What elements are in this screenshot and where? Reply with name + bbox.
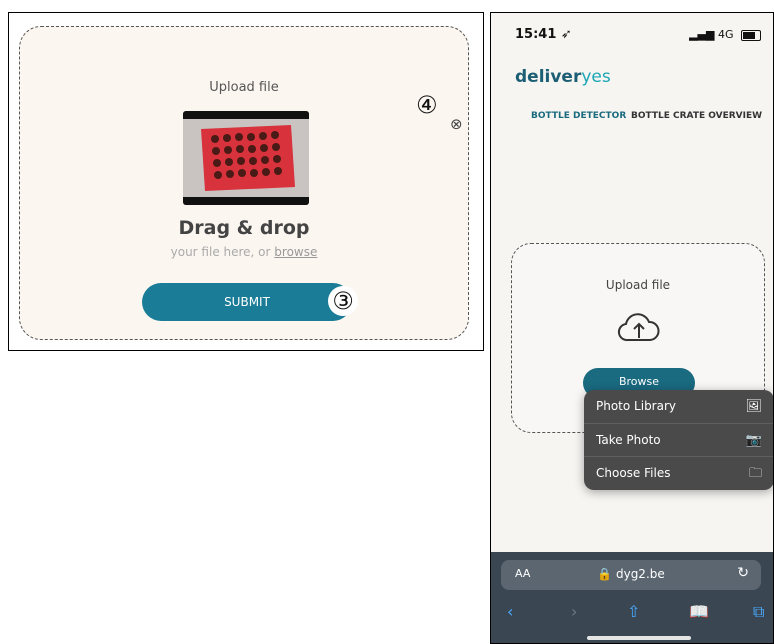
mobile-upload-title: Upload file bbox=[605, 278, 671, 292]
left-panel: Upload file Drag & drop your file here, … bbox=[8, 12, 484, 351]
camera-icon: 📷 bbox=[745, 433, 762, 448]
phone-screen: 15:41 ➶ ▂▄▆ 4G deliveryes BOTTLE DETECTO… bbox=[490, 12, 774, 644]
bookmarks-icon[interactable]: 📖 bbox=[689, 602, 709, 621]
nav-bottle-detector[interactable]: BOTTLE DETECTOR bbox=[531, 111, 626, 121]
menu-item-photo-library[interactable]: Photo Library 🖼 bbox=[584, 390, 773, 423]
submit-button[interactable]: SUBMIT bbox=[142, 283, 352, 321]
drag-drop-subtitle: your file here, or browse bbox=[20, 245, 468, 259]
browse-link[interactable]: browse bbox=[274, 245, 317, 259]
step-4-marker: ④ bbox=[416, 91, 438, 119]
logo-main: deliver bbox=[515, 67, 582, 87]
app-logo[interactable]: deliveryes bbox=[515, 67, 611, 87]
home-indicator bbox=[587, 636, 691, 640]
remove-file-icon[interactable]: ⊗ bbox=[450, 115, 463, 133]
cloud-upload-icon bbox=[617, 313, 660, 342]
url-text: 🔒 dyg2.be bbox=[597, 567, 665, 581]
forward-icon[interactable]: › bbox=[571, 602, 577, 621]
status-indicators: ▂▄▆ 4G bbox=[689, 28, 761, 41]
browser-toolbar: AA 🔒 dyg2.be ↻ ‹ › ⇧ 📖 ⧉ bbox=[491, 552, 773, 643]
folder-icon: 🗀 bbox=[748, 466, 762, 481]
upload-dropzone[interactable]: Upload file Drag & drop your file here, … bbox=[19, 26, 469, 340]
reload-icon[interactable]: ↻ bbox=[737, 565, 749, 581]
network-label: 4G bbox=[717, 28, 734, 41]
status-time: 15:41 ➶ bbox=[515, 27, 572, 42]
step-3-marker: ③ bbox=[328, 286, 358, 316]
tabs-icon[interactable]: ⧉ bbox=[753, 602, 764, 622]
drag-sub-text: your file here, or bbox=[170, 245, 275, 259]
menu-item-choose-files[interactable]: Choose Files 🗀 bbox=[584, 456, 773, 490]
uploaded-image-preview bbox=[183, 111, 309, 205]
logo-accent: yes bbox=[581, 67, 611, 87]
address-bar[interactable]: AA 🔒 dyg2.be ↻ bbox=[501, 560, 761, 590]
file-picker-menu: Photo Library 🖼 Take Photo 📷 Choose File… bbox=[584, 390, 773, 490]
nav-bottle-crate-overview[interactable]: BOTTLE CRATE OVERVIEW bbox=[631, 111, 762, 121]
battery-icon bbox=[741, 29, 761, 41]
menu-item-label: Choose Files bbox=[596, 466, 671, 480]
upload-title: Upload file bbox=[209, 80, 279, 95]
photo-library-icon: 🖼 bbox=[745, 399, 762, 414]
menu-item-label: Photo Library bbox=[596, 399, 677, 413]
signal-icon: ▂▄▆ bbox=[689, 28, 715, 41]
back-icon[interactable]: ‹ bbox=[507, 602, 513, 621]
menu-item-take-photo[interactable]: Take Photo 📷 bbox=[584, 423, 773, 457]
menu-item-label: Take Photo bbox=[596, 433, 661, 447]
share-icon[interactable]: ⇧ bbox=[627, 602, 640, 621]
drag-drop-title: Drag & drop bbox=[178, 217, 310, 239]
